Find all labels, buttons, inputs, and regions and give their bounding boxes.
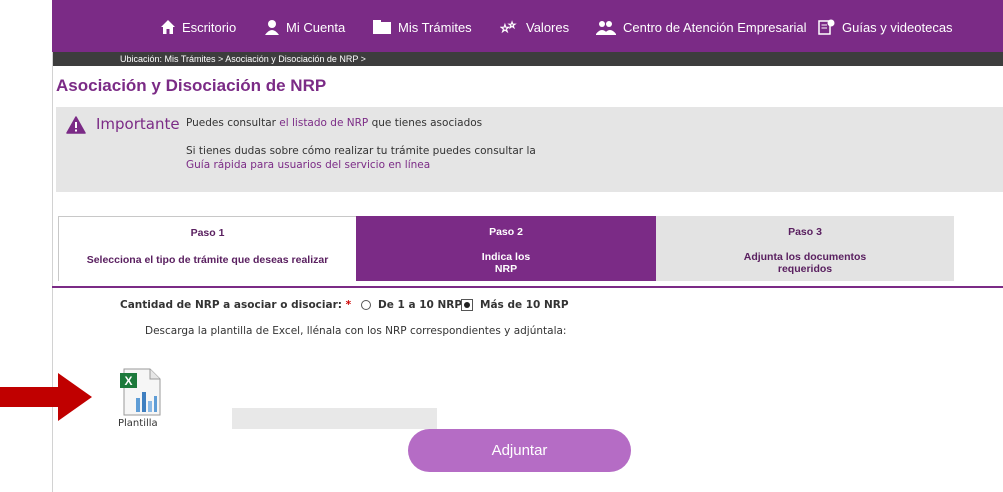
svg-text:X: X [124,374,132,388]
content-border [52,52,53,492]
top-navigation: Escritorio Mi Cuenta Mis Trámites ☆ ☆ Val… [52,0,1003,52]
nav-label: Mi Cuenta [286,19,346,35]
steps-divider [52,286,1003,288]
notice-text: que tienes asociados [368,117,483,129]
user-icon [265,20,279,35]
nav-valores[interactable]: ☆ ☆ Valores [500,17,569,37]
notice-line-1: Puedes consultar el listado de NRP que t… [186,117,482,129]
nav-mis-tramites[interactable]: Mis Trámites [372,17,472,37]
option-more-than-10-label[interactable]: Más de 10 NRP [480,299,569,311]
instructions-text: Descarga la plantilla de Excel, llénala … [145,325,567,337]
breadcrumb-bar: Ubicación: Mis Trámites > Asociación y D… [52,52,1003,66]
step-3[interactable]: Paso 3 Adjunta los documentos requeridos [656,216,954,281]
notice-text: Puedes consultar [186,117,280,129]
step-2[interactable]: Paso 2 Indica los NRP [356,216,656,281]
excel-file-icon[interactable]: X [118,368,164,416]
stars-icon: ☆☆ [500,20,516,35]
nav-label: Mis Trámites [398,19,472,35]
nav-label: Valores [526,19,570,35]
notice-line-2: Si tienes dudas sobre cómo realizar tu t… [186,145,536,157]
template-file-label[interactable]: Plantilla [118,418,158,429]
radio-more-than-10[interactable] [461,299,473,311]
notice-heading: Importante [96,115,180,133]
people-icon [596,21,616,35]
svg-text:☆: ☆ [508,20,516,30]
nav-label: Centro de Atención Empresarial [623,19,807,35]
nav-label: Escritorio [182,19,237,35]
required-mark: * [345,299,352,311]
nav-mi-cuenta[interactable]: Mi Cuenta [264,17,345,37]
step-number: Paso 1 [190,227,225,239]
nav-escritorio[interactable]: Escritorio [160,17,236,37]
step-1[interactable]: Paso 1 Selecciona el tipo de trámite que… [58,216,356,281]
step-number: Paso 2 [489,226,523,238]
attach-button[interactable]: Adjuntar [408,429,631,472]
breadcrumb[interactable]: Ubicación: Mis Trámites > Asociación y D… [120,52,366,66]
home-icon [161,20,175,34]
step-description-line: NRP [494,263,518,275]
nav-label: Guías y videotecas [842,19,953,35]
step-description: Adjunta los documentos requeridos [656,251,954,275]
step-tabs: Paso 1 Selecciona el tipo de trámite que… [58,216,954,281]
step-description: Indica los NRP [356,251,656,275]
page-title: Asociación y Disociación de NRP [56,76,327,95]
important-notice: Importante Puedes consultar el listado d… [56,107,1003,192]
step-description-line: requeridos [777,263,833,275]
warning-icon [66,116,86,134]
step-description-line: Indica los [481,251,531,263]
quantity-label: Cantidad de NRP a asociar o disociar: * [120,299,351,311]
step-number: Paso 3 [788,226,822,238]
folder-icon [373,20,391,34]
nav-guias[interactable]: Guías y videotecas [818,17,953,37]
option-1-to-10-label[interactable]: De 1 a 10 NRP [378,299,462,311]
nav-centro-atencion[interactable]: Centro de Atención Empresarial [595,17,807,37]
step-description-line: Adjunta los documentos [743,251,867,263]
red-arrow-icon [0,373,92,421]
quantity-label-text: Cantidad de NRP a asociar o disociar: [120,299,342,311]
guide-icon [818,19,835,35]
nrp-list-link[interactable]: el listado de NRP [279,117,368,129]
step-description: Selecciona el tipo de trámite que deseas… [86,254,329,266]
file-name-field [232,408,437,429]
quick-guide-link[interactable]: Guía rápida para usuarios del servicio e… [186,159,430,171]
radio-1-to-10[interactable] [361,300,371,310]
